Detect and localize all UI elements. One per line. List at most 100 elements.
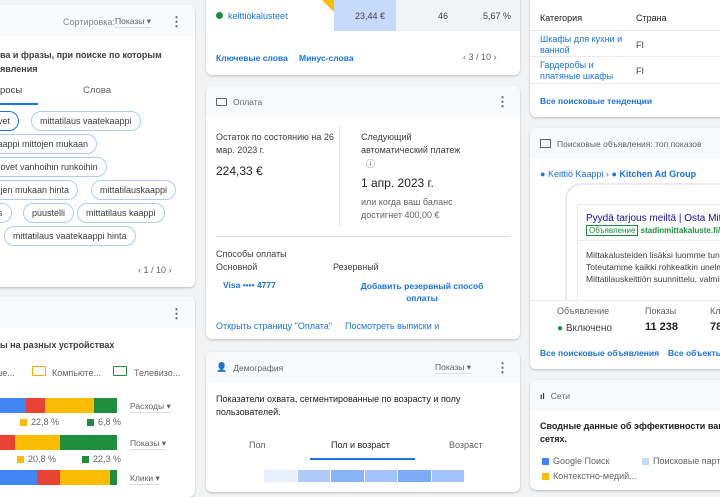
more-icon[interactable]: ⋮ [170,15,183,28]
tab-gender[interactable]: Пол [249,440,266,450]
campaign-link[interactable]: Keittiö Kaappi [548,169,604,179]
sort-value: Показы [115,16,145,26]
networks-description: Сводные данные об эффективности ваш сетя… [540,421,720,444]
card-header: 👤 Демография [206,352,520,383]
bar-segment-tablet [26,398,45,413]
sort-label: Сортировка: [63,17,115,27]
bar-chart-icon: ıl [540,390,545,401]
view-statements-link[interactable]: Посмотреть выписки и [345,321,439,331]
all-objects-link[interactable]: Все объекты [668,348,720,358]
trend-category-link[interactable]: Шкафы для кухни и ванной [540,34,630,56]
legend-tv: Телевизо... [134,368,181,378]
prev-icon[interactable]: ‹ [138,265,141,275]
term-chip[interactable]: kaappi mittojen mukaan [0,134,98,154]
tab-age[interactable]: Возраст [449,440,483,450]
term-chip[interactable]: mittatilaus vaatekaappi hinta [4,226,136,246]
add-backup-payment-link[interactable]: Добавить резервный способ оплаты [356,280,488,304]
billing-card: Оплата ⋮ Остаток по состоянию на 26 мар.… [206,86,520,339]
search-trends-card: Категория Страна Шкафы для кухни и ванно… [530,0,720,117]
metric-dropdown[interactable]: Клики ▾ [130,473,160,485]
tab-gender-age[interactable]: Пол и возраст [331,440,390,450]
stat-label-impressions: Показы [645,306,677,316]
legend-mobile: аше... [0,368,15,378]
legend-search-partners: Поисковые парт [642,456,720,466]
stat-label-clicks: Кл [710,306,720,316]
legend-google-search: Google Поиск [542,456,609,466]
next-payment-label: Следующий автоматический платеж [361,132,461,155]
laptop-icon [32,366,46,376]
next-icon[interactable]: › [169,265,172,275]
backup-label: Резервный [333,262,379,272]
keywords-card: keittiökalusteet 23,44 € 46 5,67 % Ключе… [206,0,520,75]
more-icon[interactable]: ⋮ [496,95,509,108]
networks-card: ıl Сети Сводные данные об эффективности в… [530,380,720,490]
term-chip[interactable]: n ovet vanhoihin runkoihin [0,157,107,177]
balance-label: Остаток по состоянию на 26 мар. 2023 г. [216,132,334,155]
prev-icon[interactable]: ‹ [463,52,466,62]
status-dot-icon [216,12,223,19]
active-tab-indicator [310,458,415,460]
impressions-value: 46 [438,11,449,21]
term-chip[interactable]: mittatilaus vaatekaappi [31,111,141,131]
notification-corner [322,0,334,12]
tab-queries[interactable]: росы [0,85,22,96]
negative-keywords-link[interactable]: Минус-слова [299,53,354,63]
ad-status: ● Включено [557,323,612,334]
card-header [0,297,195,328]
bar-segment-tablet [37,470,60,485]
search-terms-card: Сортировка: Показы ▾ ⋮ ва и фразы, при п… [0,5,195,287]
term-chip[interactable]: tojen mukaan hinta [0,180,79,200]
breadcrumb: ● Keittiö Kaappi › ● Kitchen Ad Group [540,169,697,179]
more-icon[interactable]: ⋮ [496,361,509,374]
metric-dropdown[interactable]: Показы ▾ [130,438,167,450]
card-header: ıl Сети [530,380,720,411]
billing-icon [216,97,227,106]
ad-url: stadinmittakaluste.fi/m [640,226,720,235]
bar-label: 22,3 % [82,454,121,464]
bar-segment-computer [45,398,94,413]
all-trends-link[interactable]: Все поисковые тенденции [540,96,652,106]
ad-description: Mittakalusteiden lisäksi luomme tunn Tot… [578,240,720,285]
bar-segment-tablet [0,435,15,450]
term-chip[interactable]: mittatilaus kaappi [77,203,165,223]
devices-card: ⋮ ы на разных устройствах аше... Компьют… [0,297,195,497]
term-chip[interactable]: mittatilauskaappi [91,180,177,200]
bar-segment-tv [94,398,117,413]
next-icon[interactable]: › [494,52,497,62]
bar-label: 6,8 % [87,417,121,427]
sort-dropdown[interactable]: Показы ▾ [115,16,152,28]
keywords-link[interactable]: Ключевые слова [216,53,288,63]
ad-preview: Pyydä tarjous meiltä | Osta Mitt Mittati… [577,204,720,314]
term-chip[interactable]: ovet [0,111,20,131]
help-icon[interactable]: ⓘ [366,157,375,170]
term-chip[interactable]: puustelli [23,203,75,223]
term-chip[interactable]: us [0,203,12,223]
metric-dropdown[interactable]: Показы ▾ [435,362,472,374]
bar-segment-computer [60,470,110,485]
clicks-value: 78 [710,321,720,333]
trend-country: FI [636,66,644,76]
metric-dropdown[interactable]: Расходы ▾ [130,401,171,413]
ad-group-link[interactable]: Kitchen Ad Group [619,169,696,179]
visa-card-link[interactable]: Visa •••• 4777 [223,280,276,290]
ad-icon [540,139,551,148]
demographics-description: Показатели охвата, сегментированные по в… [216,394,461,417]
bar-label: 22,8 % [20,417,59,427]
tab-words[interactable]: Слова [83,85,111,96]
bar-segment-tv [60,435,117,450]
more-icon[interactable]: ⋮ [170,307,183,320]
ctr-value: 5,67 % [483,11,512,21]
open-billing-link[interactable]: Открыть страницу "Оплата" [216,321,332,331]
primary-label: Основной [216,262,258,272]
pager: ‹ 3 / 10 › [463,52,497,62]
payment-methods-title: Способы оплаты [216,249,287,259]
keyword-link[interactable]: keittiökalusteet [228,11,288,21]
ad-badge: Объявление [586,225,639,236]
pager: ‹ 1 / 10 › [138,265,172,275]
trend-country: FI [636,40,644,50]
trend-category-link[interactable]: Гардеробы и платяные шкафы [540,60,630,82]
all-search-ads-link[interactable]: Все поисковые объявления [540,348,659,358]
next-payment-note: или когда ваш баланс достигнет 400,00 € [361,197,453,220]
bar-segment-mobile [0,398,26,413]
demographics-icon: 👤 [216,362,228,372]
